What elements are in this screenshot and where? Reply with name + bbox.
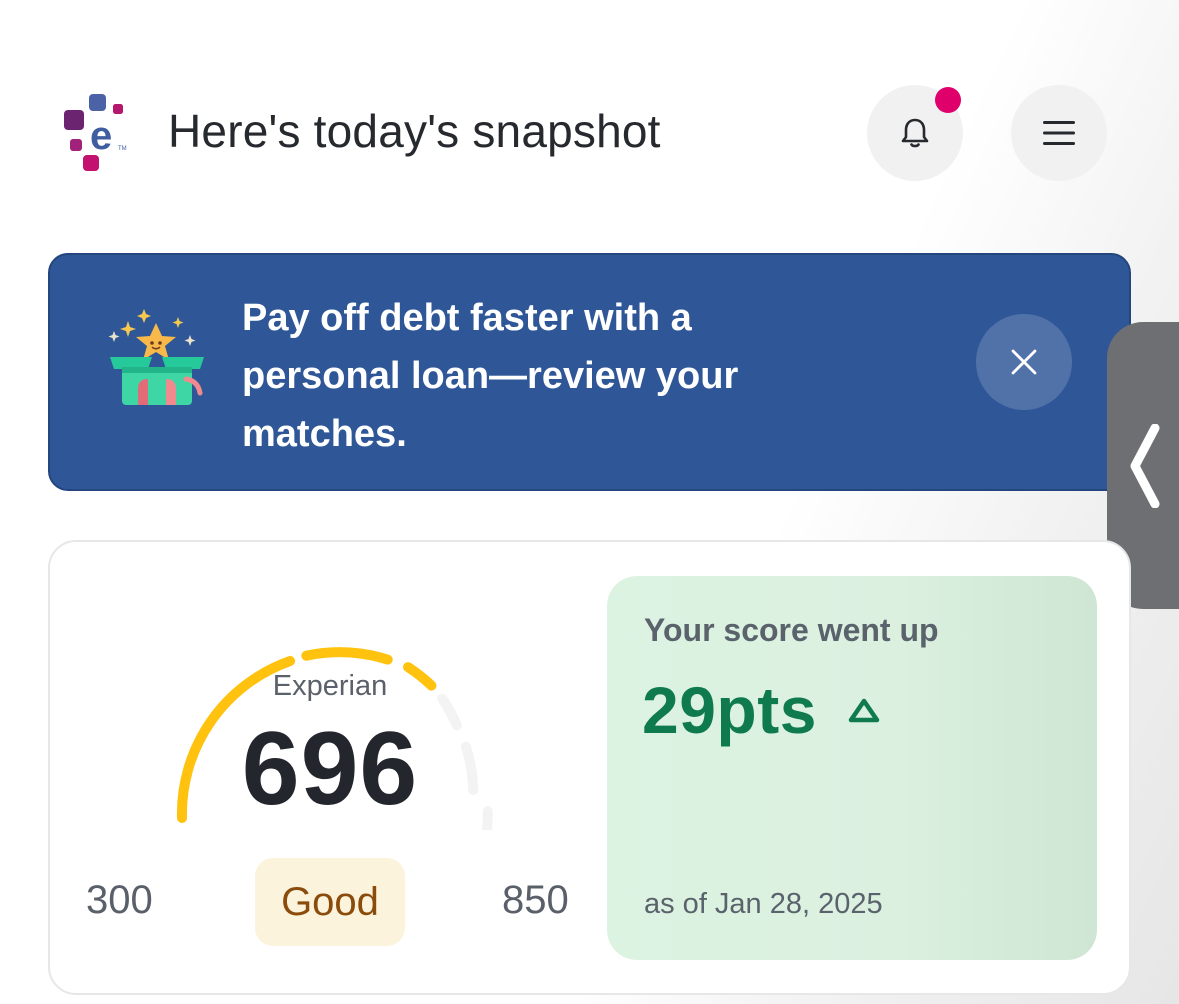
score-bureau-label: Experian	[272, 670, 388, 702]
gauge-arc-segment	[461, 741, 479, 795]
credit-score-value: 696	[241, 711, 419, 827]
triangle-up-icon	[848, 698, 880, 723]
score-change-value: 29pts	[642, 673, 817, 747]
gauge-arc-segment	[481, 806, 493, 830]
svg-text:TM: TM	[118, 146, 127, 152]
close-icon	[1011, 349, 1037, 375]
promo-close-button[interactable]	[976, 314, 1072, 410]
notification-badge	[935, 87, 961, 113]
chevron-left-icon	[1130, 423, 1160, 508]
promo-message: Pay off debt faster with a personal loan…	[242, 297, 739, 455]
score-change-heading: Your score went up	[644, 612, 939, 648]
gauge-arc-segment	[301, 647, 393, 665]
promo-banner[interactable]: Pay off debt faster with a personal loan…	[48, 253, 1131, 491]
experian-logo-icon: e TM	[64, 94, 127, 171]
hamburger-menu-icon	[1043, 121, 1075, 145]
svg-text:e: e	[90, 114, 112, 158]
page-title: Here's today's snapshot	[168, 105, 661, 157]
credit-score-card[interactable]: Experian 696 300 Good 850 Your score wen…	[48, 540, 1131, 995]
score-change-date: as of Jan 28, 2025	[644, 888, 883, 920]
score-range-min: 300	[86, 878, 153, 922]
score-range-max: 850	[502, 878, 569, 922]
score-rating-badge: Good	[255, 858, 405, 946]
snapshot-page: e TM Here's today's snapshot Pay off deb…	[0, 0, 1179, 1004]
menu-button[interactable]	[1011, 85, 1107, 181]
bell-icon	[901, 118, 929, 148]
score-change-panel: Your score went up 29pts as of Jan 28, 2…	[607, 576, 1097, 960]
gift-box-star-icon	[108, 309, 204, 405]
